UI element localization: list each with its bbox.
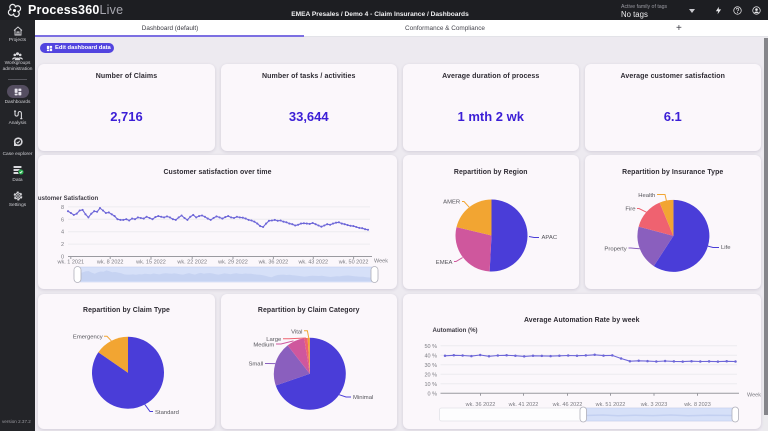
svg-text:Property: Property: [604, 247, 626, 253]
svg-text:10 %: 10 %: [424, 382, 437, 388]
svg-text:wk. 8 2023: wk. 8 2023: [683, 402, 711, 408]
svg-text:wk. 51 2022: wk. 51 2022: [594, 402, 625, 408]
svg-text:APAC: APAC: [541, 235, 557, 241]
svg-text:wk. 43 2022: wk. 43 2022: [297, 260, 328, 266]
svg-text:Minimal: Minimal: [353, 395, 373, 401]
svg-text:Health: Health: [638, 193, 655, 199]
svg-text:wk. 3 2023: wk. 3 2023: [639, 402, 667, 408]
svg-text:40 %: 40 %: [424, 353, 437, 359]
svg-text:wk. 50 2022: wk. 50 2022: [338, 260, 369, 266]
svg-text:6: 6: [61, 217, 64, 223]
svg-text:50 %: 50 %: [424, 344, 437, 350]
svg-text:wk. 1 2021: wk. 1 2021: [56, 260, 84, 266]
svg-text:AMER: AMER: [443, 200, 460, 206]
svg-text:Emergency: Emergency: [73, 335, 103, 341]
svg-text:Week: Week: [747, 393, 761, 399]
svg-text:wk. 8 2022: wk. 8 2022: [96, 260, 124, 266]
svg-text:wk. 46 2022: wk. 46 2022: [551, 402, 582, 408]
svg-text:Week: Week: [374, 259, 388, 265]
svg-text:Medium: Medium: [253, 342, 274, 348]
svg-text:30 %: 30 %: [424, 363, 437, 369]
svg-text:Small: Small: [248, 362, 263, 368]
svg-text:Large: Large: [266, 337, 282, 343]
svg-text:8: 8: [61, 205, 64, 211]
svg-text:wk. 36 2022: wk. 36 2022: [464, 402, 495, 408]
svg-text:Life: Life: [721, 245, 731, 251]
svg-text:20 %: 20 %: [424, 372, 437, 378]
svg-text:Vital: Vital: [291, 330, 302, 336]
svg-text:wk. 22 2022: wk. 22 2022: [176, 260, 207, 266]
svg-text:wk. 29 2022: wk. 29 2022: [217, 260, 248, 266]
svg-text:0 %: 0 %: [427, 391, 437, 397]
svg-text:Standard: Standard: [155, 410, 179, 416]
svg-text:2: 2: [61, 242, 64, 248]
svg-text:EMEA: EMEA: [435, 260, 452, 266]
svg-text:wk. 41 2022: wk. 41 2022: [507, 402, 538, 408]
svg-text:4: 4: [61, 230, 64, 236]
svg-text:wk. 15 2022: wk. 15 2022: [135, 260, 166, 266]
svg-text:Fire: Fire: [625, 207, 636, 213]
svg-text:wk. 36 2022: wk. 36 2022: [258, 260, 289, 266]
